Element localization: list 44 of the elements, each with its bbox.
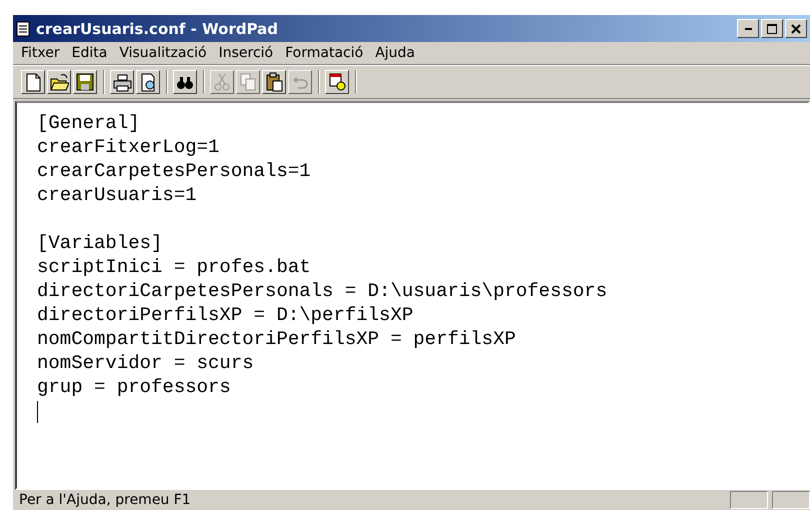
- text-line: crearCarpetesPersonals=1: [37, 159, 312, 183]
- clipboard-icon: [264, 72, 284, 92]
- status-pane: [730, 491, 768, 509]
- text-line: crearFitxerLog=1: [37, 135, 220, 159]
- text-line: directoriCarpetesPersonals = D:\usuaris\professors: [37, 279, 608, 303]
- find-button[interactable]: [173, 70, 197, 94]
- printer-icon: [112, 72, 132, 92]
- menu-item[interactable]: Inserció: [212, 45, 280, 61]
- menu-item[interactable]: Ajuda: [369, 45, 422, 61]
- open-button[interactable]: [47, 70, 71, 94]
- menu-item[interactable]: Fitxer: [15, 45, 66, 61]
- pages-icon: [238, 72, 258, 92]
- scissors-icon: [212, 72, 232, 92]
- calendar-clock-icon: [327, 72, 347, 92]
- document-area[interactable]: [15, 101, 810, 490]
- close-icon: [791, 24, 801, 34]
- text-line: crearUsuaris=1: [37, 183, 198, 207]
- text-line: directoriPerfilsXP = D:\perfilsXP: [37, 303, 414, 327]
- text-line: nomCompartitDirectoriPerfilsXP = perfilsXP: [37, 327, 517, 351]
- status-pane: [772, 491, 810, 509]
- text-line: scriptInici = profes.bat: [37, 255, 312, 279]
- minimize-button[interactable]: [737, 19, 759, 38]
- folder-icon: [49, 72, 69, 92]
- status-text: Per a l'Ajuda, premeu F1: [19, 492, 192, 508]
- maximize-icon: [767, 24, 777, 34]
- text-line: [Variables]: [37, 231, 164, 255]
- text-line: grup = professors: [37, 375, 232, 399]
- text-line: [General]: [37, 111, 141, 135]
- datetime-button[interactable]: [325, 70, 349, 94]
- menu-item[interactable]: Visualització: [113, 45, 213, 61]
- menu-item[interactable]: Edita: [66, 45, 114, 61]
- window-title: crearUsuaris.conf - WordPad: [36, 20, 280, 38]
- paste-button[interactable]: [262, 70, 286, 94]
- save-button[interactable]: [73, 70, 97, 94]
- close-button[interactable]: [785, 19, 807, 38]
- maximize-button[interactable]: [761, 19, 783, 38]
- text-line: nomServidor = scurs: [37, 351, 255, 375]
- preview-button[interactable]: [136, 70, 160, 94]
- document-icon: [16, 20, 30, 36]
- new-button[interactable]: [21, 70, 45, 94]
- print-button[interactable]: [110, 70, 134, 94]
- text-cursor: [37, 401, 38, 423]
- menu-item[interactable]: Formatació: [279, 45, 370, 61]
- minimize-icon: [744, 28, 752, 30]
